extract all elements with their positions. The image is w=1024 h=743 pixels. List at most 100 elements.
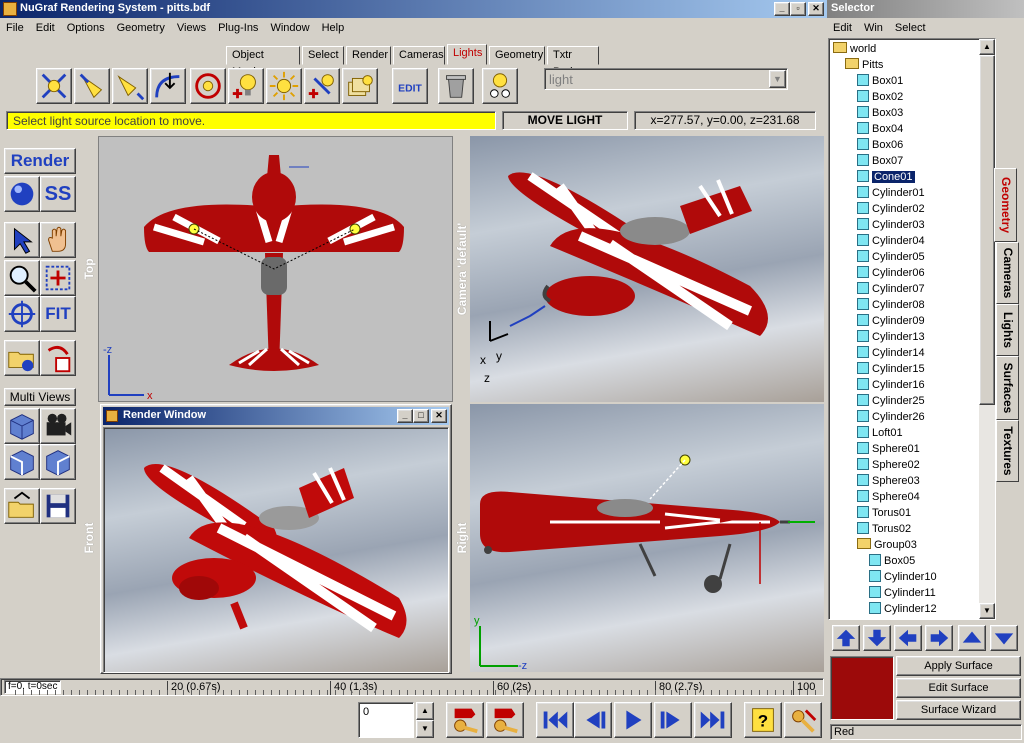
spotlight-icon[interactable] [74, 68, 110, 104]
vtab-lights[interactable]: Lights [996, 304, 1019, 356]
tab-object-manip[interactable]: Object Manip [226, 46, 300, 78]
render-close-button[interactable]: ✕ [431, 409, 447, 423]
fit-view-button[interactable]: FIT [40, 296, 76, 332]
sun-light-icon[interactable] [266, 68, 302, 104]
timeline[interactable]: f=0, t=0sec 20 (0.67s) 40 (1.3s) 60 (2s) 80… [0, 678, 824, 696]
tree-item-cylinder07[interactable]: Cylinder07 [857, 281, 925, 297]
surface-color-swatch[interactable] [830, 656, 894, 720]
chevron-down-icon[interactable]: ▼ [769, 70, 786, 88]
spotlight-aim-icon[interactable] [112, 68, 148, 104]
menu-options[interactable]: Options [61, 19, 111, 37]
tree-item-cylinder15[interactable]: Cylinder15 [857, 361, 925, 377]
tree-item-cylinder02[interactable]: Cylinder02 [857, 201, 925, 217]
vtab-textures[interactable]: Textures [996, 420, 1019, 482]
tree-item-cylinder14[interactable]: Cylinder14 [857, 345, 925, 361]
prev-frame-icon[interactable] [574, 702, 612, 738]
tree-item-cylinder05[interactable]: Cylinder05 [857, 249, 925, 265]
save-disk-icon[interactable] [40, 488, 76, 524]
move-up-icon[interactable] [832, 625, 860, 651]
tree-item-cylinder11[interactable]: Cylinder11 [869, 585, 936, 601]
right-viewport[interactable]: y -z [470, 404, 824, 672]
open-folder-icon[interactable] [4, 340, 40, 376]
next-frame-icon[interactable] [654, 702, 692, 738]
menu-file[interactable]: File [0, 19, 30, 37]
vtab-geometry[interactable]: Geometry [994, 168, 1017, 242]
tree-item-cylinder13[interactable]: Cylinder13 [857, 329, 925, 345]
edit-surface-button[interactable]: Edit Surface [896, 678, 1021, 698]
tab-select[interactable]: Select [302, 46, 344, 65]
tree-item-cylinder25[interactable]: Cylinder25 [857, 393, 925, 409]
frame-up-button[interactable]: ▲ [416, 702, 434, 720]
menu-plug-ins[interactable]: Plug-Ins [212, 19, 264, 37]
tree-item-cone01[interactable]: Cone01 [857, 169, 915, 185]
camera-icon[interactable] [40, 408, 76, 444]
light-settings-icon[interactable] [482, 68, 518, 104]
move-down-icon[interactable] [863, 625, 891, 651]
tree-item-cylinder01[interactable]: Cylinder01 [857, 185, 925, 201]
edit-light-icon[interactable]: EDIT [392, 68, 428, 104]
render-maximize-button[interactable]: □ [413, 409, 429, 423]
scene-tree[interactable]: world Pitts Box01 Box02 Box03 Box04 Box06 Box07… [828, 38, 996, 620]
zoom-region-icon[interactable] [40, 260, 76, 296]
tree-item-cylinder08[interactable]: Cylinder08 [857, 297, 925, 313]
tree-item-box06[interactable]: Box06 [857, 137, 903, 153]
selector-menu-win[interactable]: Win [858, 19, 889, 37]
menu-help[interactable]: Help [316, 19, 351, 37]
add-point-light-icon[interactable] [228, 68, 264, 104]
tree-item-cylinder04[interactable]: Cylinder04 [857, 233, 925, 249]
target-center-icon[interactable] [4, 296, 40, 332]
tab-lights[interactable]: Lights [447, 44, 487, 65]
move-right-icon[interactable] [925, 625, 953, 651]
first-frame-icon[interactable] [536, 702, 574, 738]
tree-item-box04[interactable]: Box04 [857, 121, 903, 137]
tree-item-cylinder06[interactable]: Cylinder06 [857, 265, 925, 281]
camera-viewport[interactable]: x y z [470, 136, 824, 402]
tree-item-cylinder26[interactable]: Cylinder26 [857, 409, 925, 425]
tree-item-sphere01[interactable]: Sphere01 [857, 441, 920, 457]
tree-scroll-down[interactable]: ▼ [979, 603, 995, 619]
render-sphere-icon[interactable] [4, 176, 40, 212]
tree-item-cylinder03[interactable]: Cylinder03 [857, 217, 925, 233]
collapse-up-icon[interactable] [958, 625, 986, 651]
save-sequence-icon[interactable] [40, 340, 76, 376]
tree-item-world[interactable]: world [833, 41, 876, 57]
apply-surface-button[interactable]: Apply Surface [896, 656, 1021, 676]
menu-edit[interactable]: Edit [30, 19, 61, 37]
tree-item-cylinder12[interactable]: Cylinder12 [869, 601, 937, 617]
view-cube-front-icon[interactable] [4, 444, 40, 480]
select-arrow-icon[interactable] [4, 222, 40, 258]
delete-key-icon[interactable] [486, 702, 524, 738]
selector-menu-select[interactable]: Select [889, 19, 932, 37]
tab-geometry[interactable]: Geometry [489, 46, 545, 65]
light-target-icon[interactable] [150, 68, 186, 104]
play-icon[interactable] [614, 702, 652, 738]
tree-item-cylinder10[interactable]: Cylinder10 [869, 569, 937, 585]
tree-scroll-up[interactable]: ▲ [979, 39, 995, 55]
vtab-cameras[interactable]: Cameras [996, 242, 1019, 304]
tree-item-torus01[interactable]: Torus01 [857, 505, 911, 521]
menu-views[interactable]: Views [171, 19, 212, 37]
tree-item-box03[interactable]: Box03 [857, 105, 903, 121]
frame-down-button[interactable]: ▼ [416, 720, 434, 738]
pan-hand-icon[interactable] [40, 222, 76, 258]
selector-menu-edit[interactable]: Edit [827, 19, 858, 37]
close-button[interactable]: ✕ [808, 2, 824, 16]
frame-input[interactable]: 0 [358, 702, 414, 738]
tab-cameras[interactable]: Cameras [393, 46, 445, 65]
tab-txtr-proj[interactable]: Txtr Proj [547, 46, 599, 78]
tree-item-torus02[interactable]: Torus02 [857, 521, 911, 537]
light-direction-icon[interactable] [36, 68, 72, 104]
tree-scroll-thumb[interactable] [979, 55, 995, 405]
tree-item-sphere03[interactable]: Sphere03 [857, 473, 920, 489]
light-position-icon[interactable] [190, 68, 226, 104]
multi-views-button[interactable]: Multi Views [4, 388, 76, 406]
last-frame-icon[interactable] [694, 702, 732, 738]
tree-item-cylinder16[interactable]: Cylinder16 [857, 377, 925, 393]
view-cube-side-icon[interactable] [40, 444, 76, 480]
tree-item-box05[interactable]: Box05 [869, 553, 915, 569]
tree-item-box07[interactable]: Box07 [857, 153, 903, 169]
render-button[interactable]: Render [4, 148, 76, 174]
zoom-magnifier-icon[interactable] [4, 260, 40, 296]
open-file-icon[interactable] [4, 488, 40, 524]
tree-item-cylinder09[interactable]: Cylinder09 [857, 313, 925, 329]
